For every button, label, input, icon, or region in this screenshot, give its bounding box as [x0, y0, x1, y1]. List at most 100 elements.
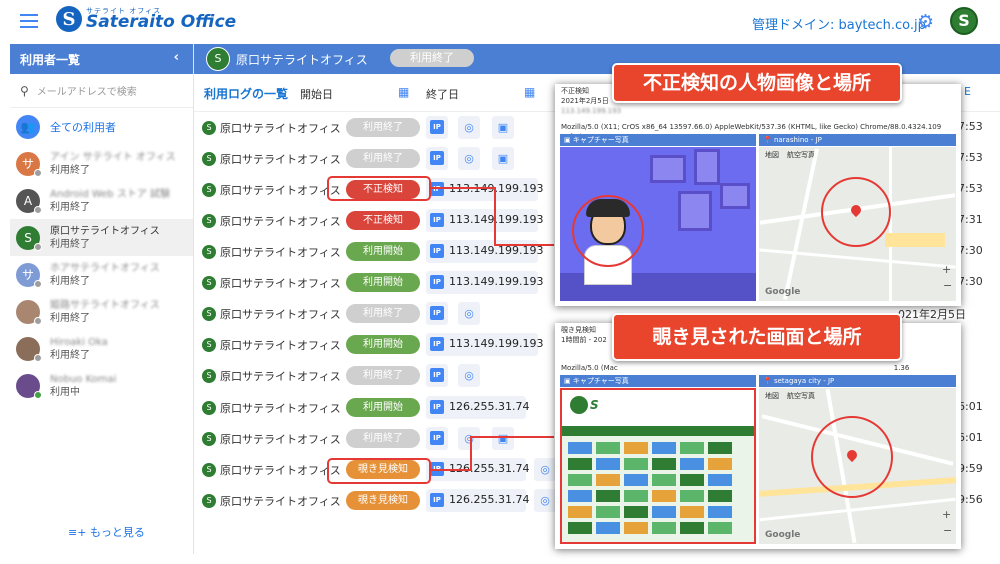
- status-badge: 利用開始: [346, 335, 420, 354]
- fingerprint-icon[interactable]: ◎: [534, 458, 556, 481]
- sidebar-user-item[interactable]: 姫路サテライトオフィス 利用終了: [10, 293, 193, 330]
- date-suffix-label: E: [964, 85, 971, 98]
- ip-icon[interactable]: IP: [430, 493, 444, 507]
- row-user-name: 原口サテライトオフィス: [220, 153, 341, 166]
- row-user-name: 原口サテライトオフィス: [220, 370, 341, 383]
- logo-subtext: サテライト オフィス: [86, 7, 162, 15]
- connector-line: [470, 436, 554, 438]
- domain-label: 管理ドメイン: baytech.co.jp: [752, 18, 926, 33]
- avatar: S: [202, 214, 216, 228]
- calendar-icon[interactable]: ▦: [398, 85, 409, 99]
- location-map[interactable]: 地図 航空写真 Google + −: [759, 147, 956, 301]
- calendar-icon[interactable]: ▦: [524, 85, 535, 99]
- row-user-name: 原口サテライトオフィス: [220, 184, 341, 197]
- avatar: サ: [16, 262, 42, 288]
- ip-icon[interactable]: IP: [430, 400, 444, 414]
- group-icon: 👥: [16, 114, 40, 139]
- status-badge: 覗き見検知: [346, 491, 420, 510]
- fraud-callout: 不正検知の人物画像と場所: [612, 63, 902, 103]
- fingerprint-icon[interactable]: ◎: [458, 364, 480, 387]
- ip-icon[interactable]: IP: [430, 244, 444, 258]
- row-user-name: 原口サテライトオフィス: [220, 246, 341, 259]
- sidebar-user-item[interactable]: サ アイン サテライト オフィス 利用終了: [10, 145, 193, 182]
- avatar: A: [16, 188, 42, 214]
- fingerprint-icon[interactable]: ◎: [458, 427, 480, 450]
- ip-icon[interactable]: IP: [430, 337, 444, 351]
- ip-icon[interactable]: IP: [430, 182, 444, 196]
- location-map[interactable]: 地図 航空写真 Google + −: [759, 388, 956, 544]
- fingerprint-icon[interactable]: ◎: [458, 147, 480, 170]
- ip-icon[interactable]: IP: [430, 151, 444, 165]
- status-badge: 利用終了: [390, 49, 474, 67]
- avatar: S: [16, 225, 42, 251]
- log-title: 利用ログの一覧: [204, 87, 289, 101]
- user-status: 利用終了: [50, 201, 90, 213]
- row-time: 7:31: [958, 213, 983, 226]
- ip-icon[interactable]: IP: [430, 120, 444, 134]
- highlight-peek-badge: [327, 458, 431, 484]
- chevron-left-icon[interactable]: ‹: [174, 50, 179, 65]
- sidebar-user-item[interactable]: Hiroaki Oka 利用終了: [10, 330, 193, 367]
- connector-line: [494, 244, 554, 246]
- fingerprint-icon[interactable]: ◎: [458, 302, 480, 325]
- user-name: ホアサテライトオフィス: [50, 262, 160, 274]
- status-badge: 利用終了: [346, 149, 420, 168]
- user-name: Hiroaki Oka: [50, 336, 108, 348]
- ip-icon[interactable]: IP: [430, 431, 444, 445]
- avatar: S: [202, 307, 216, 321]
- row-user-name: 原口サテライトオフィス: [220, 464, 341, 477]
- start-date-field[interactable]: 開始日: [300, 86, 333, 102]
- ip-icon[interactable]: IP: [430, 213, 444, 227]
- map-header: 📍 narashino - JP: [759, 134, 956, 146]
- show-more-button[interactable]: ≡+ もっと見る: [68, 524, 145, 540]
- status-badge: 利用終了: [346, 366, 420, 385]
- ip-icon[interactable]: IP: [430, 368, 444, 382]
- user-name: Android Web ストア 試験: [50, 188, 170, 200]
- search-input[interactable]: ⚲ メールアドレスで検索: [10, 74, 193, 108]
- avatar: サ: [16, 151, 42, 177]
- user-name: アイン サテライト オフィス: [50, 151, 176, 163]
- sidebar-user-item[interactable]: S 原口サテライトオフィス 利用終了: [10, 219, 193, 256]
- row-user-name: 原口サテライトオフィス: [220, 402, 341, 415]
- sidebar-user-item[interactable]: サ ホアサテライトオフィス 利用終了: [10, 256, 193, 293]
- user-status: 利用終了: [50, 312, 90, 324]
- ip-icon[interactable]: IP: [430, 306, 444, 320]
- account-avatar[interactable]: S: [950, 7, 978, 35]
- sidebar-user-item[interactable]: A Android Web ストア 試験 利用終了: [10, 182, 193, 219]
- fingerprint-icon[interactable]: ◎: [534, 489, 556, 512]
- sidebar-user-item[interactable]: Nobuo Komai 利用中: [10, 367, 193, 404]
- status-badge: 利用終了: [346, 304, 420, 323]
- user-status: 利用終了: [50, 238, 90, 250]
- connector-line: [494, 187, 496, 245]
- image-icon[interactable]: ▣: [492, 147, 514, 170]
- avatar: S: [202, 152, 216, 166]
- avatar: S: [202, 401, 216, 415]
- row-time: 7:53: [958, 151, 983, 164]
- connector-line: [470, 436, 472, 471]
- sidebar-item-all-users[interactable]: 👥 全ての利用者: [10, 108, 193, 145]
- avatar: S: [202, 494, 216, 508]
- avatar: [16, 373, 42, 399]
- user-status: 利用終了: [50, 349, 90, 361]
- status-badge: 不正検知: [346, 211, 420, 230]
- end-date-field[interactable]: 終了日: [426, 86, 459, 102]
- avatar: S: [202, 463, 216, 477]
- all-users-label: 全ての利用者: [50, 120, 116, 134]
- user-name: 姫路サテライトオフィス: [50, 299, 160, 311]
- image-icon[interactable]: ▣: [492, 427, 514, 450]
- row-time: 7:30: [958, 275, 983, 288]
- fingerprint-icon[interactable]: ◎: [458, 116, 480, 139]
- fraud-detail-panel: 不正検知 2021年2月5日 113.149.199.193 Mozilla/5…: [555, 84, 961, 306]
- avatar: S: [202, 121, 216, 135]
- ip-address: 126.255.31.74: [449, 493, 530, 506]
- gear-icon[interactable]: ⚙: [917, 12, 937, 32]
- row-user-name: 原口サテライトオフィス: [220, 122, 341, 135]
- ip-icon[interactable]: IP: [430, 275, 444, 289]
- menu-icon[interactable]: [20, 14, 38, 28]
- avatar: [16, 336, 42, 362]
- row-time: 7:53: [958, 120, 983, 133]
- row-time: 7:30: [958, 244, 983, 257]
- logo-mark: S: [56, 6, 82, 32]
- avatar: S: [202, 369, 216, 383]
- image-icon[interactable]: ▣: [492, 116, 514, 139]
